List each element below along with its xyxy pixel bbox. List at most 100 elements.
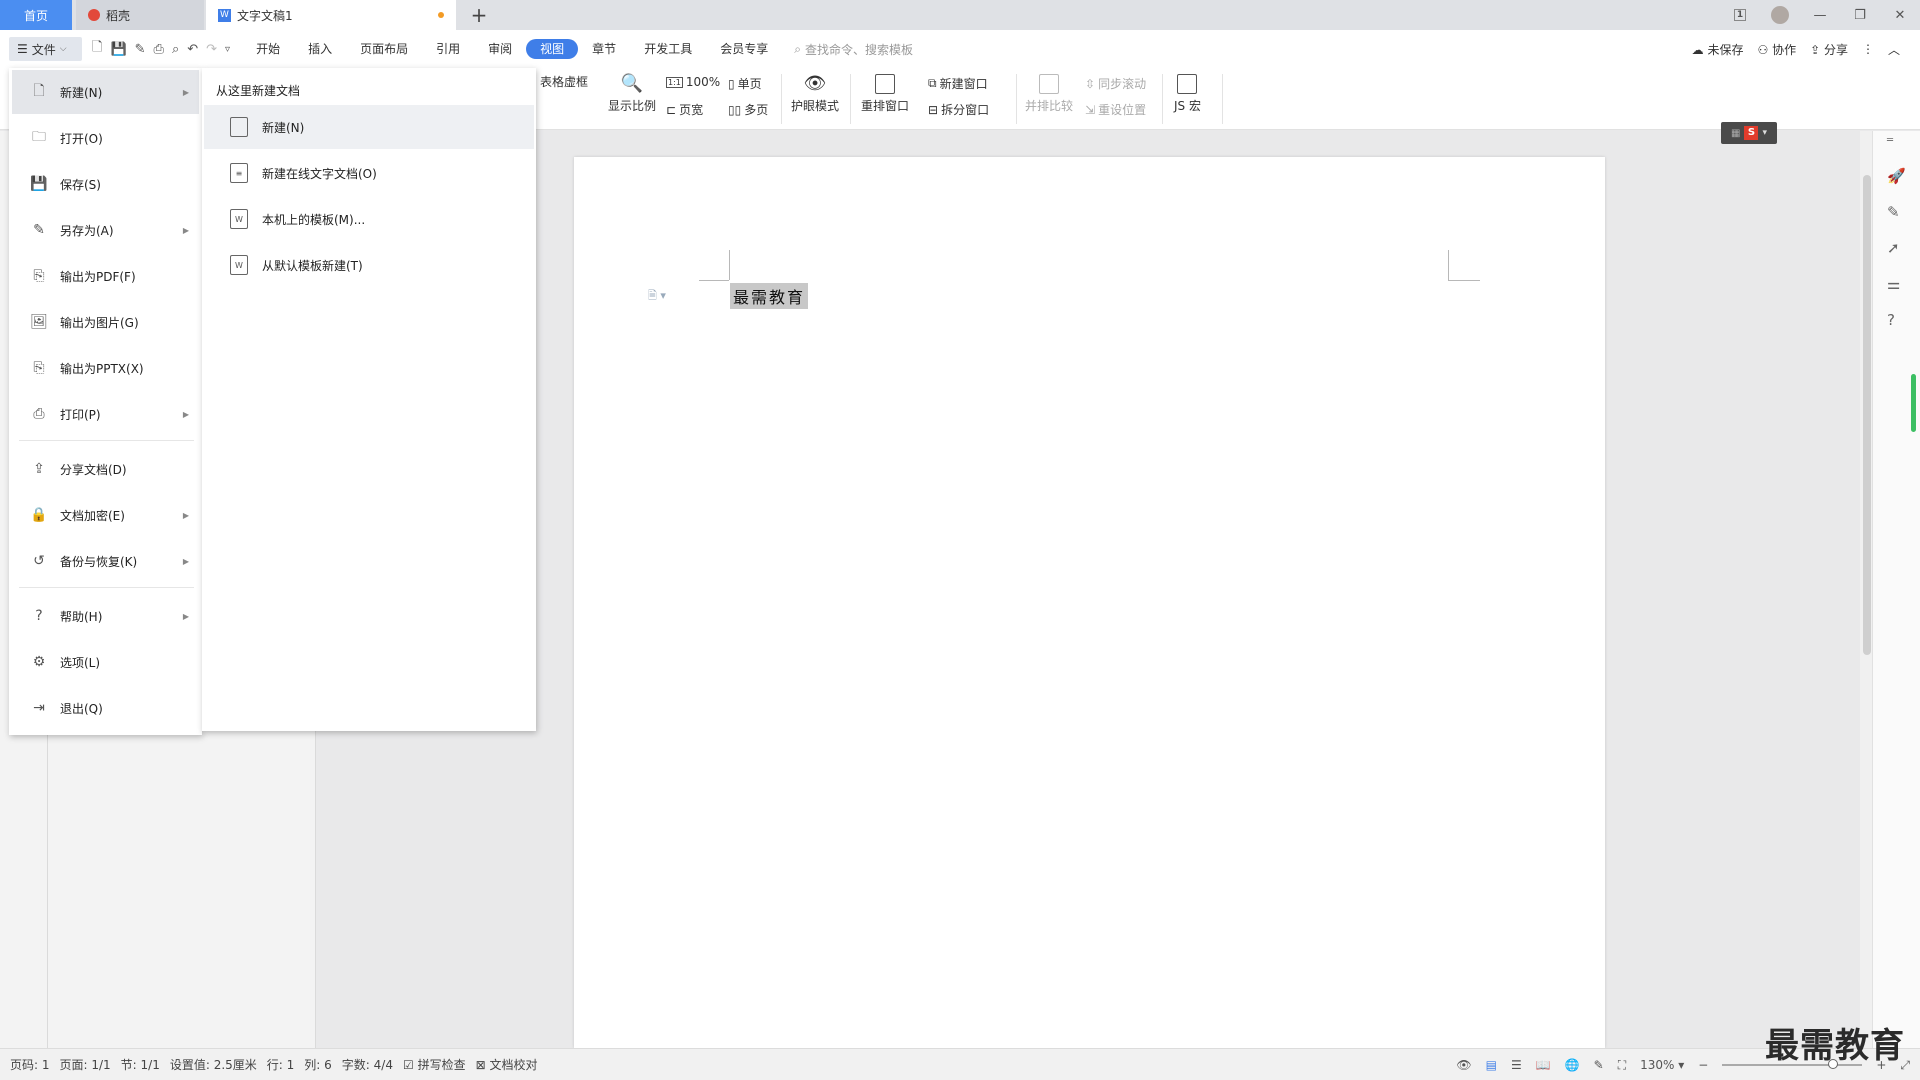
side-by-side-button[interactable]: 并排比较: [1025, 74, 1073, 114]
status-section[interactable]: 节: 1/1: [121, 1056, 160, 1073]
share-button[interactable]: ⇪ 分享: [1810, 41, 1848, 58]
close-button[interactable]: ✕: [1880, 0, 1920, 30]
table-gridlines-button[interactable]: 表格虚框: [540, 73, 588, 90]
file-menu-item-export-pdf[interactable]: ⎘ 输出为PDF(F): [12, 254, 199, 298]
file-menu-item-new[interactable]: 🗋 新建(N) ▶: [12, 70, 199, 114]
reset-position-button[interactable]: ⇲ 重设位置: [1085, 101, 1146, 118]
eye-mode-label: 护眼模式: [791, 99, 840, 113]
status-setting[interactable]: 设置值: 2.5厘米: [170, 1056, 257, 1073]
multi-page-button[interactable]: ▯▯ 多页: [728, 101, 768, 118]
tab-page-layout[interactable]: 页面布局: [346, 39, 422, 59]
tab-view[interactable]: 视图: [526, 39, 579, 59]
restore-button[interactable]: ❐: [1840, 0, 1880, 30]
pen-icon[interactable]: ✎: [1887, 203, 1900, 221]
write-view-icon[interactable]: ✎: [1594, 1058, 1604, 1072]
customize-icon[interactable]: ▿: [225, 44, 230, 55]
command-search[interactable]: ⌕ 查找命令、搜索模板: [794, 41, 913, 58]
file-menu-item-open[interactable]: 🗀 打开(O): [12, 116, 199, 160]
tab-developer[interactable]: 开发工具: [630, 39, 706, 59]
submenu-item-local-template[interactable]: W 本机上的模板(M)...: [204, 197, 534, 241]
status-page-code[interactable]: 页码: 1: [10, 1056, 50, 1073]
status-word-count[interactable]: 字数: 4/4: [342, 1056, 393, 1073]
sidebar-collapse-icon[interactable]: ═: [1887, 135, 1893, 146]
file-menu-item-exit[interactable]: ⇥ 退出(Q): [12, 686, 199, 730]
file-menu-item-backup[interactable]: ↺ 备份与恢复(K) ▶: [12, 539, 199, 583]
single-page-button[interactable]: ▯ 单页: [728, 75, 762, 92]
status-page[interactable]: 页面: 1/1: [60, 1056, 111, 1073]
submenu-item-new[interactable]: 新建(N): [204, 105, 534, 149]
minimize-button[interactable]: —: [1800, 0, 1840, 30]
status-col[interactable]: 列: 6: [304, 1056, 332, 1073]
reading-view-icon[interactable]: 📖: [1536, 1058, 1551, 1072]
help-circle-icon[interactable]: ?: [1887, 311, 1895, 329]
search-icon: ⌕: [794, 41, 801, 56]
format-painter-icon[interactable]: ✎: [135, 42, 146, 57]
zoom-level[interactable]: 130% ▾: [1640, 1058, 1684, 1072]
tab-member[interactable]: 会员专享: [706, 39, 782, 59]
doc-proof-button[interactable]: ⊠ 文档校对: [476, 1056, 538, 1073]
zoom-button[interactable]: 🔍 显示比例: [608, 74, 656, 114]
collaborate-button[interactable]: ⚇ 协作: [1757, 41, 1796, 58]
tab-chapter[interactable]: 章节: [578, 39, 630, 59]
ime-toolbar[interactable]: ▦ S ▾: [1721, 122, 1777, 144]
tab-start[interactable]: 开始: [242, 39, 294, 59]
file-menu-item-encrypt[interactable]: 🔒 文档加密(E) ▶: [12, 493, 199, 537]
submenu-item-default-template[interactable]: W 从默认模板新建(T): [204, 243, 534, 287]
search-placeholder: 查找命令、搜索模板: [804, 42, 913, 57]
split-window-button[interactable]: ⊟ 拆分窗口: [928, 101, 989, 118]
file-menu-item-options[interactable]: ⚙ 选项(L): [12, 640, 199, 684]
tab-daoke[interactable]: 稻壳: [76, 0, 204, 30]
eye-mode-button[interactable]: 👁 护眼模式: [791, 74, 839, 114]
save-icon[interactable]: 💾: [110, 42, 126, 57]
tab-insert[interactable]: 插入: [294, 39, 346, 59]
tab-document[interactable]: W 文字文稿1: [206, 0, 456, 30]
file-menu-item-share[interactable]: ⇪ 分享文档(D): [12, 447, 199, 491]
print-preview-icon[interactable]: ⌕: [172, 42, 179, 57]
web-view-icon[interactable]: 🌐: [1565, 1058, 1580, 1072]
file-menu-item-help[interactable]: ? 帮助(H) ▶: [12, 594, 199, 638]
new-file-icon[interactable]: 🗋: [92, 38, 102, 60]
tab-review[interactable]: 审阅: [474, 39, 526, 59]
collapse-ribbon-icon[interactable]: ︿: [1888, 41, 1900, 58]
chevron-right-icon: ▶: [182, 225, 189, 235]
arrange-window-button[interactable]: 重排窗口: [861, 74, 909, 114]
page-width-button[interactable]: ⊏ 页宽: [666, 101, 703, 118]
menu-tabs: 开始 插入 页面布局 引用 审阅 视图 章节 开发工具 会员专享: [242, 39, 782, 59]
avatar[interactable]: [1760, 0, 1800, 30]
sync-scroll-button[interactable]: ⇳ 同步滚动: [1085, 75, 1146, 92]
print-icon[interactable]: ⎙: [154, 42, 164, 57]
zoom-out-button[interactable]: −: [1698, 1058, 1708, 1072]
paragraph-handle-icon[interactable]: 🗎 ▾: [648, 287, 666, 306]
file-menu-item-export-image[interactable]: 🖼 输出为图片(G): [12, 300, 199, 344]
file-menu-button[interactable]: ☰ 文件 ⌵: [9, 37, 82, 61]
settings-sliders-icon[interactable]: ⚌: [1887, 275, 1900, 293]
more-icon[interactable]: ⋮: [1862, 42, 1874, 56]
file-menu-item-save[interactable]: 💾 保存(S): [12, 162, 199, 206]
redo-icon[interactable]: ↷: [206, 42, 217, 57]
tab-references[interactable]: 引用: [422, 39, 474, 59]
eye-icon[interactable]: 👁: [1456, 1058, 1471, 1072]
window-controls: 1 — ❐ ✕: [1720, 0, 1920, 30]
workspace-button[interactable]: 1: [1720, 0, 1760, 30]
page-view-icon[interactable]: ▤: [1486, 1058, 1497, 1072]
add-tab-button[interactable]: +: [464, 0, 494, 30]
document-text[interactable]: 最需教育: [730, 283, 809, 309]
undo-icon[interactable]: ↶: [187, 42, 198, 57]
zoom-100-button[interactable]: 1:1 100%: [666, 75, 720, 89]
file-menu-item-export-pptx[interactable]: ⎘ 输出为PPTX(X): [12, 346, 199, 390]
file-menu-item-save-as[interactable]: ✎ 另存为(A) ▶: [12, 208, 199, 252]
outline-view-icon[interactable]: ☰: [1511, 1058, 1522, 1072]
status-row[interactable]: 行: 1: [267, 1056, 295, 1073]
scrollbar-thumb[interactable]: [1863, 175, 1871, 655]
submenu-item-new-online[interactable]: ≡ 新建在线文字文档(O): [204, 151, 534, 195]
rocket-icon[interactable]: 🚀: [1887, 167, 1906, 185]
js-macro-button[interactable]: JS 宏: [1174, 74, 1201, 114]
spell-check-button[interactable]: ☑ 拼写检查: [403, 1056, 466, 1073]
tab-home[interactable]: 首页: [0, 0, 72, 30]
new-window-button[interactable]: ⧉ 新建窗口: [928, 75, 988, 92]
file-menu-item-print[interactable]: ⎙ 打印(P) ▶: [12, 392, 199, 436]
fit-page-icon[interactable]: ⛶: [1618, 1058, 1626, 1073]
document-page[interactable]: [574, 157, 1605, 1048]
cursor-icon[interactable]: ➚: [1887, 239, 1900, 257]
unsaved-button[interactable]: ☁ 未保存: [1692, 41, 1744, 58]
